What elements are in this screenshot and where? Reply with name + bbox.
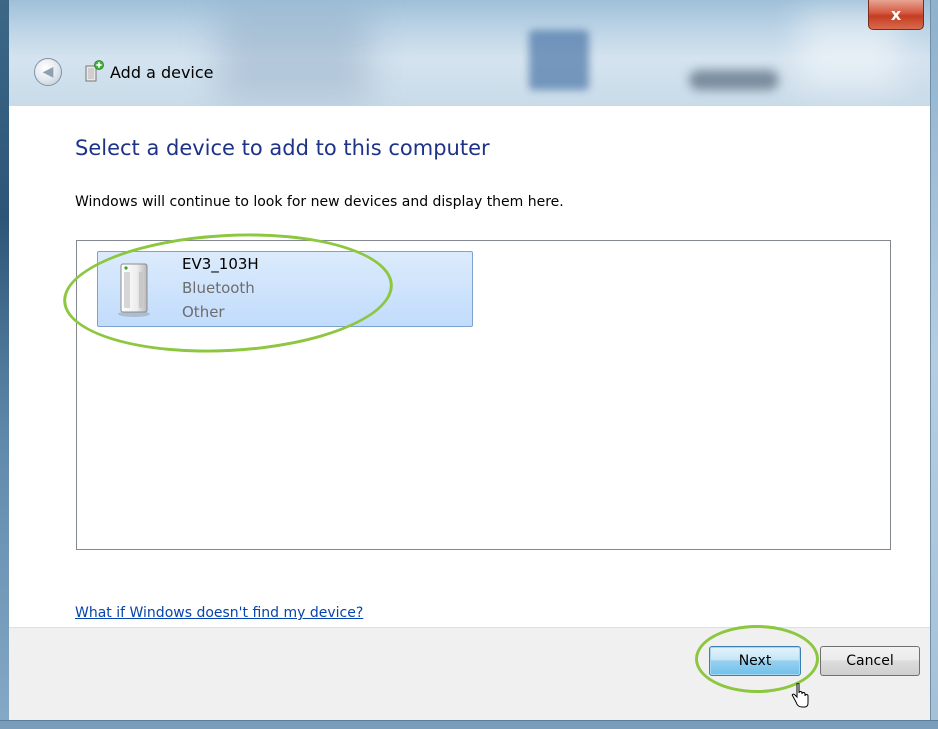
aero-background bbox=[689, 70, 779, 90]
add-device-window: ◀ Add a device x Select a device to add … bbox=[0, 0, 938, 729]
add-device-icon bbox=[85, 60, 104, 82]
cancel-button[interactable]: Cancel bbox=[820, 646, 920, 676]
window-frame-left bbox=[0, 0, 9, 729]
close-button[interactable]: x bbox=[868, 0, 924, 30]
help-link[interactable]: What if Windows doesn't find my device? bbox=[75, 605, 363, 621]
window-frame-right bbox=[930, 0, 938, 729]
page-heading: Select a device to add to this computer bbox=[75, 136, 490, 160]
back-arrow-icon: ◀ bbox=[42, 64, 54, 80]
mouse-cursor-icon bbox=[791, 683, 809, 708]
device-tower-icon bbox=[118, 263, 150, 317]
close-icon: x bbox=[890, 5, 902, 24]
device-item[interactable]: EV3_103H Bluetooth Other bbox=[97, 251, 473, 327]
back-button[interactable]: ◀ bbox=[34, 58, 62, 86]
window-frame-bottom bbox=[0, 720, 938, 729]
device-category: Other bbox=[182, 303, 225, 321]
aero-background bbox=[219, 10, 369, 100]
aero-background bbox=[529, 30, 589, 90]
next-button[interactable]: Next bbox=[709, 646, 801, 676]
window-title: Add a device bbox=[110, 63, 214, 82]
dialog-content: Select a device to add to this computer … bbox=[9, 106, 930, 627]
device-list[interactable]: EV3_103H Bluetooth Other bbox=[76, 240, 891, 550]
page-description: Windows will continue to look for new de… bbox=[75, 194, 564, 210]
device-name: EV3_103H bbox=[182, 255, 259, 273]
title-bar: ◀ Add a device x bbox=[9, 0, 930, 106]
device-connection-type: Bluetooth bbox=[182, 279, 255, 297]
